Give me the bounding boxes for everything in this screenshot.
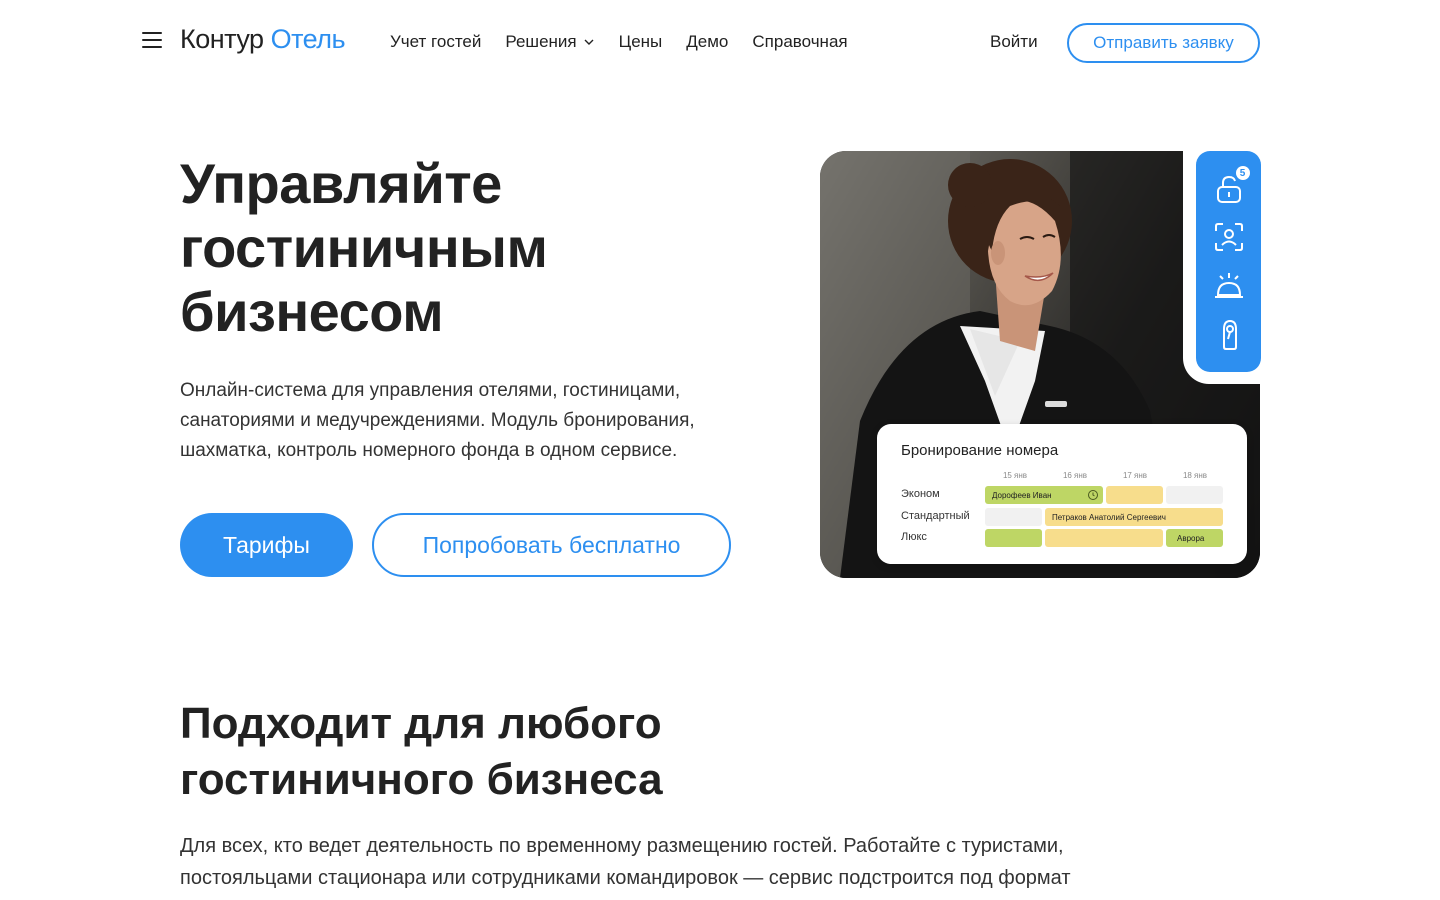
booking-cell[interactable] xyxy=(985,529,1042,547)
nav-label: Цены xyxy=(618,32,663,51)
empty-cell[interactable] xyxy=(985,508,1042,526)
notification-badge: 5 xyxy=(1235,166,1250,181)
date-label: 15 янв xyxy=(1002,471,1028,480)
booking-cell[interactable]: Дорофеев Иван xyxy=(985,486,1103,504)
nav-item-prices[interactable]: Цены xyxy=(619,32,663,52)
nav-item-solutions[interactable]: Решения xyxy=(505,32,594,52)
hero-title: Управляйте гостиничным бизнесом xyxy=(180,152,548,344)
empty-cell[interactable] xyxy=(1166,486,1223,504)
room-row-econom: Эконом Дорофеев Иван xyxy=(901,486,1223,504)
room-row-standard: Стандартный Петраков Анатолий Сергеевич xyxy=(901,508,1223,526)
section-text: Для всех, кто ведет деятельность по врем… xyxy=(180,835,1071,889)
logo-main: Контур xyxy=(180,24,264,54)
booking-cell[interactable]: Аврора xyxy=(1166,529,1223,547)
lock-icon: 5 xyxy=(1212,166,1250,206)
room-type-label: Стандартный xyxy=(901,510,970,522)
hero-title-line: гостиничным xyxy=(180,216,548,279)
nav-label: Демо xyxy=(686,32,729,51)
section-title: Подходит для любого гостиничного бизнеса xyxy=(180,696,663,808)
guest-name: Петраков Анатолий Сергеевич xyxy=(1052,512,1166,522)
nav-label: Справочная xyxy=(752,32,848,51)
booking-cell[interactable]: Петраков Анатолий Сергеевич xyxy=(1045,508,1223,526)
menu-icon[interactable] xyxy=(142,32,162,50)
hero-title-line: бизнесом xyxy=(180,280,444,343)
nav-item-demo[interactable]: Демо xyxy=(686,32,728,52)
door-hanger-icon xyxy=(1212,317,1246,351)
hero-title-line: Управляйте xyxy=(180,152,502,215)
section-title-line: гостиничного бизнеса xyxy=(180,755,663,804)
room-row-lux: Люкс Аврора xyxy=(901,529,1223,547)
main-nav: Учет гостей Решения Цены Демо Справочная xyxy=(390,32,848,52)
nav-item-help[interactable]: Справочная xyxy=(752,32,847,52)
guest-name: Дорофеев Иван xyxy=(992,490,1052,500)
chevron-down-icon xyxy=(584,39,594,45)
nav-label: Решения xyxy=(505,32,577,51)
tariffs-button[interactable]: Тарифы xyxy=(180,513,353,577)
feature-icons-panel: 5 xyxy=(1196,151,1261,372)
send-request-button[interactable]: Отправить заявку xyxy=(1067,23,1260,63)
face-scan-icon xyxy=(1212,220,1246,254)
booking-card: Бронирование номера 15 янв 16 янв 17 янв… xyxy=(877,424,1247,564)
date-label: 17 янв xyxy=(1122,471,1148,480)
hero-subtitle: Онлайн-система для управления отелями, г… xyxy=(180,380,695,461)
room-type-label: Люкс xyxy=(901,531,927,543)
service-bell-icon xyxy=(1212,269,1246,303)
booking-title: Бронирование номера xyxy=(901,442,1059,459)
nav-label: Учет гостей xyxy=(390,32,482,51)
try-free-button[interactable]: Попробовать бесплатно xyxy=(372,513,731,577)
logo-accent: Отель xyxy=(270,24,346,54)
date-label: 16 янв xyxy=(1062,471,1088,480)
guest-name: Аврора xyxy=(1177,533,1205,543)
logo[interactable]: Контур Отель xyxy=(180,24,346,55)
booking-cell[interactable] xyxy=(1045,529,1163,547)
nav-item-guests[interactable]: Учет гостей xyxy=(390,32,481,52)
booking-cell[interactable] xyxy=(1106,486,1163,504)
date-label: 18 янв xyxy=(1182,471,1208,480)
section-title-line: Подходит для любого xyxy=(180,699,662,748)
site-header: Контур Отель Учет гостей Решения Цены Де… xyxy=(0,0,1440,86)
login-link[interactable]: Войти xyxy=(990,32,1038,52)
date-header: 15 янв 16 янв 17 янв 18 янв xyxy=(985,471,1225,480)
clock-icon xyxy=(1088,490,1098,500)
room-type-label: Эконом xyxy=(901,488,940,500)
